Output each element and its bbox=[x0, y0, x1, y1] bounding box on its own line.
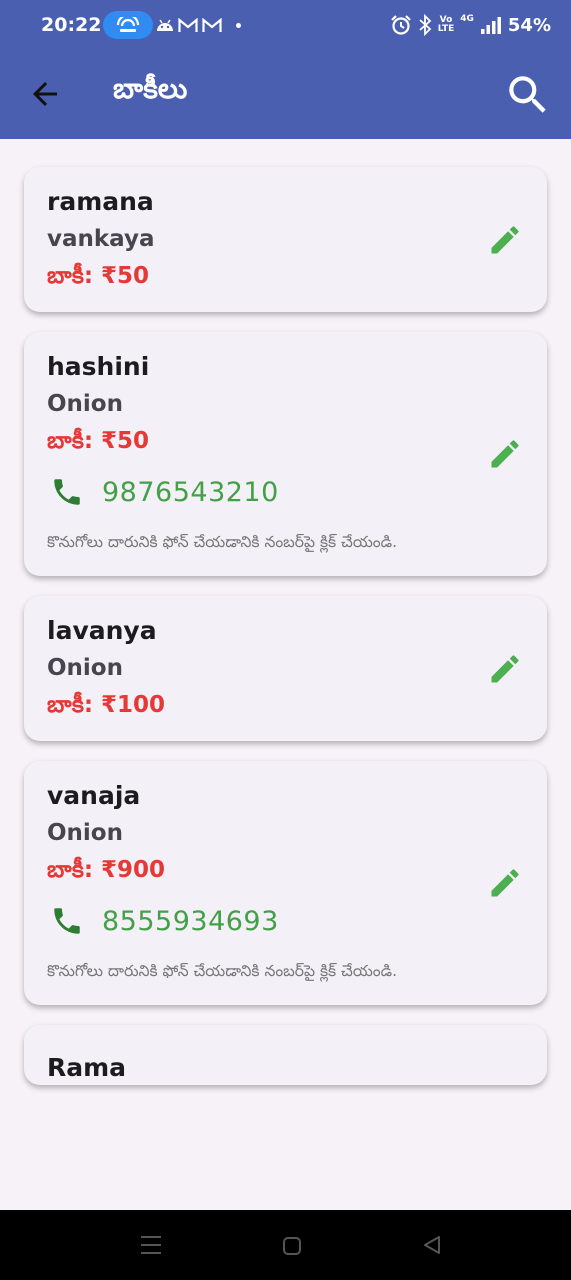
search-button[interactable] bbox=[503, 70, 553, 120]
customer-name: hashini bbox=[47, 352, 150, 381]
due-amount: బాకీ: ₹50 bbox=[47, 263, 150, 289]
customer-name: Rama bbox=[47, 1053, 127, 1082]
hotspot-icon bbox=[116, 17, 140, 32]
due-amount: బాకీ: ₹900 bbox=[47, 857, 166, 883]
pencil-icon bbox=[491, 869, 519, 897]
customer-name: vanaja bbox=[47, 781, 141, 810]
hotspot-indicator bbox=[103, 11, 153, 39]
pencil-icon bbox=[491, 440, 519, 468]
android-notification-icon bbox=[157, 19, 173, 31]
gmail-icon bbox=[178, 17, 198, 32]
status-time: 20:22 bbox=[41, 14, 102, 36]
more-notifications-dot bbox=[236, 22, 241, 28]
edit-button[interactable] bbox=[487, 865, 523, 901]
phone-link[interactable]: 8555934693 bbox=[47, 900, 523, 942]
item-name: Onion bbox=[47, 820, 123, 846]
phone-icon bbox=[54, 908, 80, 934]
page-title: బాకీలు bbox=[113, 72, 188, 105]
arrow-back-icon bbox=[33, 82, 57, 106]
status-bar: 20:22 Vo LTE 4G 54% bbox=[0, 0, 571, 52]
system-icons: Vo LTE 4G 54% bbox=[390, 12, 551, 38]
notification-icons bbox=[156, 15, 241, 35]
customer-card[interactable]: vanaja Onion బాకీ: ₹900 8555934693 కొనుగ… bbox=[24, 761, 547, 1005]
edit-button[interactable] bbox=[487, 436, 523, 472]
item-name: Onion bbox=[47, 391, 123, 417]
call-hint-text: కొనుగోలు దారునికి ఫోన్ చేయడానికి నంబర్‌ప… bbox=[47, 962, 398, 980]
bluetooth-icon bbox=[419, 14, 432, 36]
battery-level: 54% bbox=[507, 14, 551, 36]
item-name: Onion bbox=[47, 655, 123, 681]
network-type-label: 4G bbox=[460, 14, 474, 24]
customer-card[interactable]: hashini Onion బాకీ: ₹50 9876543210 కొనుగ… bbox=[24, 332, 547, 576]
phone-number[interactable]: 9876543210 bbox=[102, 477, 279, 508]
pencil-icon bbox=[491, 654, 519, 682]
alarm-icon bbox=[390, 15, 411, 35]
item-name: vankaya bbox=[47, 226, 155, 252]
call-hint-text: కొనుగోలు దారునికి ఫోన్ చేయడానికి నంబర్‌ప… bbox=[47, 533, 398, 551]
customer-card[interactable]: ramana vankaya బాకీ: ₹50 bbox=[24, 167, 547, 312]
back-button[interactable] bbox=[27, 76, 63, 112]
due-amount: బాకీ: ₹100 bbox=[47, 692, 166, 718]
customer-card[interactable]: Rama bbox=[24, 1025, 547, 1085]
recent-apps-icon[interactable] bbox=[140, 1235, 162, 1255]
gmail-icon bbox=[202, 17, 222, 32]
due-amount: బాకీ: ₹50 bbox=[47, 428, 150, 454]
system-nav-bar bbox=[0, 1210, 571, 1280]
customer-name: lavanya bbox=[47, 616, 157, 645]
customer-name: ramana bbox=[47, 187, 154, 216]
search-icon bbox=[509, 76, 546, 113]
volte-bottom-label: LTE bbox=[437, 24, 455, 34]
phone-number[interactable]: 8555934693 bbox=[102, 906, 279, 937]
home-icon[interactable] bbox=[282, 1236, 302, 1256]
volte-icon: Vo LTE bbox=[438, 16, 455, 34]
signal-icon bbox=[480, 17, 501, 34]
phone-icon bbox=[54, 479, 80, 505]
edit-button[interactable] bbox=[487, 651, 523, 687]
phone-link[interactable]: 9876543210 bbox=[47, 471, 523, 513]
app-bar: బాకీలు bbox=[0, 52, 571, 139]
dues-list[interactable]: ramana vankaya బాకీ: ₹50 hashini Onion బ… bbox=[0, 139, 571, 1198]
customer-card[interactable]: lavanya Onion బాకీ: ₹100 bbox=[24, 596, 547, 741]
edit-button[interactable] bbox=[487, 222, 523, 258]
pencil-icon bbox=[491, 225, 519, 253]
back-nav-icon[interactable] bbox=[422, 1235, 442, 1255]
